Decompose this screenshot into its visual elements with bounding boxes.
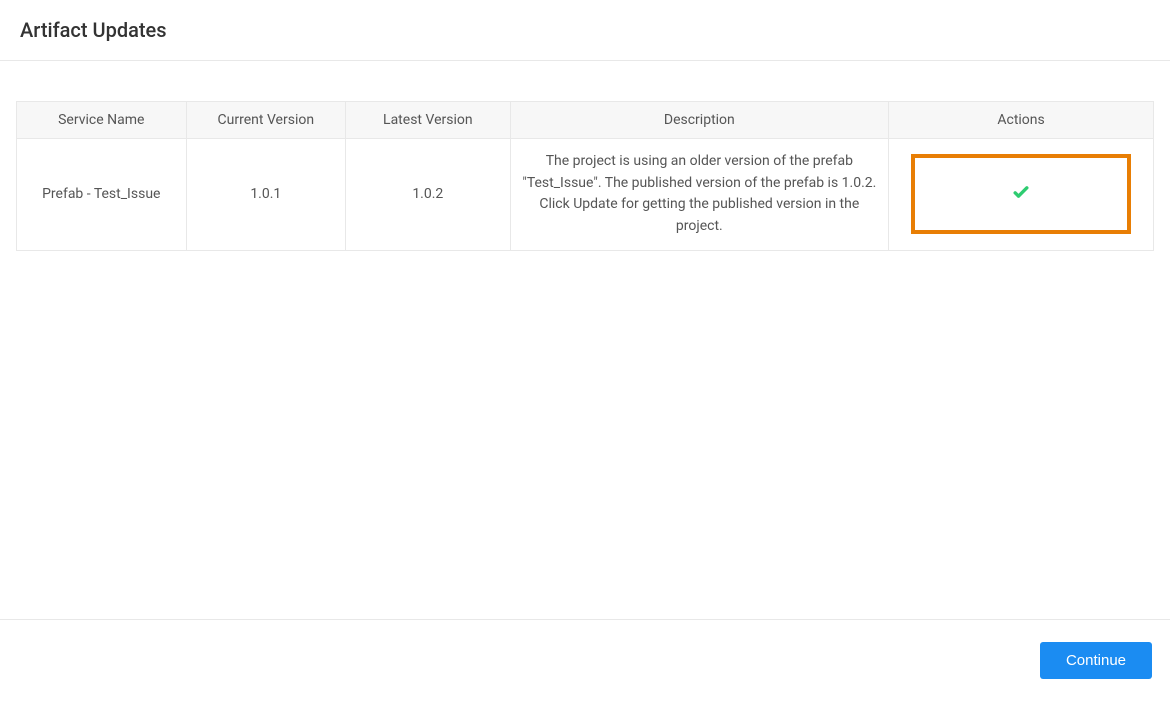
table-row: Prefab - Test_Issue 1.0.1 1.0.2 The proj… bbox=[17, 139, 1154, 251]
artifact-updates-table: Service Name Current Version Latest Vers… bbox=[16, 101, 1154, 251]
cell-current-version: 1.0.1 bbox=[186, 139, 346, 251]
table-header-row: Service Name Current Version Latest Vers… bbox=[17, 102, 1154, 139]
col-header-actions: Actions bbox=[889, 102, 1154, 139]
col-header-current: Current Version bbox=[186, 102, 346, 139]
col-header-description: Description bbox=[510, 102, 889, 139]
cell-service-name: Prefab - Test_Issue bbox=[17, 139, 187, 251]
dialog-footer: Continue bbox=[0, 619, 1170, 701]
cell-latest-version: 1.0.2 bbox=[346, 139, 510, 251]
col-header-latest: Latest Version bbox=[346, 102, 510, 139]
action-highlight-box bbox=[911, 154, 1131, 234]
continue-button[interactable]: Continue bbox=[1040, 642, 1152, 679]
col-header-service: Service Name bbox=[17, 102, 187, 139]
content-area: Service Name Current Version Latest Vers… bbox=[0, 61, 1170, 251]
cell-actions bbox=[889, 139, 1154, 251]
page-title: Artifact Updates bbox=[20, 18, 1150, 42]
check-icon[interactable] bbox=[1011, 182, 1031, 206]
dialog-header: Artifact Updates bbox=[0, 0, 1170, 61]
cell-description: The project is using an older version of… bbox=[510, 139, 889, 251]
